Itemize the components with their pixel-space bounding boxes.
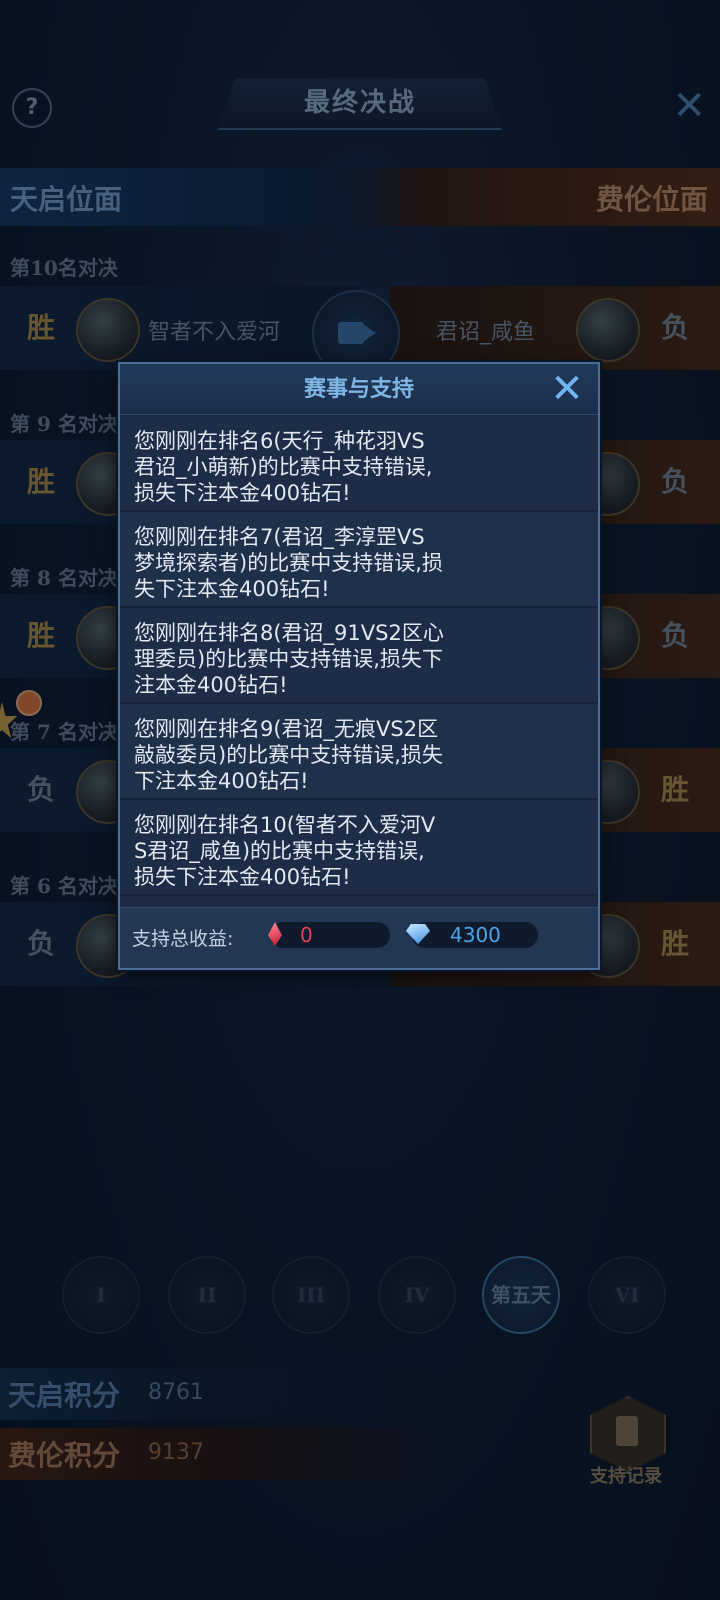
support-dialog: 赛事与支持 ✕ 您刚刚在排名6(天行_种花羽VS君诏_小萌新)的比赛中支持错误,… [118,362,600,970]
message-text: 您刚刚在排名9(君诏_无痕VS2区敲敲委员)的比赛中支持错误,损失下注本金400… [134,717,443,793]
dialog-footer: 支持总收益: 0 4300 [120,907,598,968]
message-list[interactable]: 您刚刚在排名6(天行_种花羽VS君诏_小萌新)的比赛中支持错误,损失下注本金40… [120,416,598,906]
message-text: 您刚刚在排名6(天行_种花羽VS君诏_小萌新)的比赛中支持错误,损失下注本金40… [134,429,433,505]
red-gem-value: 0 [300,923,313,947]
list-item: 您刚刚在排名9(君诏_无痕VS2区敲敲委员)的比赛中支持错误,损失下注本金400… [120,704,598,800]
blue-gem-pill: 4300 [406,922,538,948]
total-earnings-label: 支持总收益: [132,928,234,950]
diamond-icon [406,924,430,944]
dialog-title: 赛事与支持 [303,376,414,402]
close-icon[interactable]: ✕ [544,366,590,412]
diamond-value: 4300 [450,923,501,947]
dialog-header: 赛事与支持 ✕ [120,364,598,415]
list-item: 您刚刚在排名6(天行_种花羽VS君诏_小萌新)的比赛中支持错误,损失下注本金40… [120,416,598,512]
list-item: 您刚刚在排名8(君诏_91VS2区心理委员)的比赛中支持错误,损失下注本金400… [120,608,598,704]
message-text: 您刚刚在排名7(君诏_李淳罡VS梦境探索者)的比赛中支持错误,损失下注本金400… [134,525,443,601]
list-item: 您刚刚在排名7(君诏_李淳罡VS梦境探索者)的比赛中支持错误,损失下注本金400… [120,512,598,608]
red-gem-icon [268,922,282,946]
red-gem-pill: 0 [268,922,390,948]
list-item: 您刚刚在排名10(智者不入爱河VS君诏_咸鱼)的比赛中支持错误,损失下注本金40… [120,800,598,896]
message-text: 您刚刚在排名10(智者不入爱河VS君诏_咸鱼)的比赛中支持错误,损失下注本金40… [134,813,436,889]
message-text: 您刚刚在排名8(君诏_91VS2区心理委员)的比赛中支持错误,损失下注本金400… [134,621,444,697]
